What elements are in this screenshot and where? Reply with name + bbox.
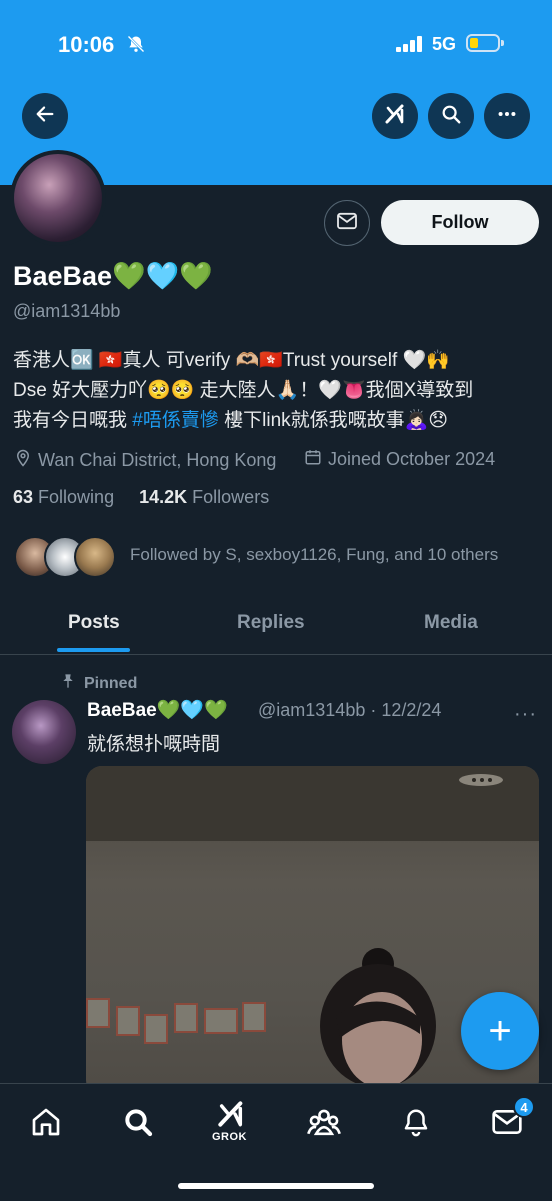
post-author-name[interactable]: BaeBae💚🩵💚 [87, 698, 228, 722]
search-icon [122, 1106, 154, 1143]
active-tab-indicator [57, 648, 130, 652]
followers-link[interactable]: 14.2K Followers [139, 487, 269, 507]
follow-stats: 63 Following 14.2K Followers [13, 487, 269, 508]
image-photo [242, 1002, 266, 1032]
nav-grok[interactable] [211, 1096, 251, 1136]
cellular-signal-icon [396, 36, 424, 57]
image-person [320, 948, 436, 1088]
mail-icon [336, 212, 358, 235]
follow-button[interactable]: Follow [381, 200, 539, 245]
bio-line: Dse 好大壓力吖🥺🥺 走大陸人🙏🏻！🤍👅我個X導致到 [13, 380, 474, 401]
home-icon [30, 1106, 62, 1143]
post-text: 就係想扑嘅時間 [87, 734, 221, 755]
grok-label: GROK [212, 1131, 247, 1143]
image-photo [86, 998, 110, 1028]
image-photo [116, 1006, 140, 1036]
followers-count: 14.2K [139, 487, 188, 507]
search-button[interactable] [428, 93, 474, 139]
battery-level [470, 38, 478, 48]
location-pin-icon [14, 448, 32, 473]
follower-avatar[interactable] [74, 536, 116, 578]
bell-slash-icon [126, 34, 146, 59]
image-photo [144, 1014, 168, 1044]
battery-icon [466, 34, 500, 52]
arrow-left-icon [34, 103, 56, 130]
profile-name: BaeBae💚🩵💚 [13, 261, 213, 291]
profile-joined: Joined October 2024 [304, 448, 495, 471]
image-ceiling-light [459, 774, 503, 786]
home-indicator [178, 1183, 374, 1189]
status-time: 10:06 [58, 32, 115, 57]
image-photo [204, 1008, 238, 1034]
followed-by-text[interactable]: Followed by S, sexboy1126, Fung, and 10 … [130, 545, 498, 565]
following-link[interactable]: 63 Following [13, 487, 114, 507]
network-type: 5G [432, 34, 457, 54]
pinned-indicator: Pinned [60, 672, 137, 695]
tab-media[interactable]: Media [424, 612, 478, 634]
battery-tip [501, 40, 504, 46]
bio-text: 我有今日嘅我 [13, 410, 133, 431]
compose-button[interactable]: + [461, 992, 539, 1070]
nav-search[interactable] [118, 1104, 158, 1144]
messages-badge: 4 [513, 1096, 535, 1118]
divider [0, 654, 552, 655]
following-count: 63 [13, 487, 34, 507]
image-photo [174, 1003, 198, 1033]
status-bar: 10:06 5G [0, 0, 552, 90]
profile-handle: @iam1314bb [13, 301, 121, 321]
message-button[interactable] [324, 200, 370, 246]
profile-location: Wan Chai District, Hong Kong [14, 448, 276, 473]
followers-label: Followers [192, 487, 270, 507]
notifications-icon [401, 1106, 431, 1143]
bio-hashtag-link[interactable]: #唔係賣慘 [132, 410, 219, 431]
post-author-avatar[interactable] [12, 700, 76, 764]
bio-text: 樓下link就係我嘅故事🙇🏻‍♀️😞 [218, 410, 449, 431]
pin-icon [60, 672, 76, 695]
profile-bio: 香港人🆗 🇭🇰真人 可verify 🫶🏼🇭🇰Trust yourself 🤍🙌 … [13, 346, 543, 436]
post-more-button[interactable]: ··· [514, 703, 537, 726]
grok-icon [383, 102, 407, 131]
back-button[interactable] [22, 93, 68, 139]
profile-avatar[interactable] [10, 150, 106, 246]
plus-icon: + [488, 1008, 512, 1053]
grok-icon [215, 1098, 247, 1135]
tab-replies[interactable]: Replies [237, 612, 305, 634]
nav-communities[interactable] [304, 1104, 344, 1144]
tab-posts[interactable]: Posts [68, 612, 120, 634]
search-icon [440, 103, 462, 130]
location-text: Wan Chai District, Hong Kong [38, 450, 277, 470]
more-button[interactable] [484, 93, 530, 139]
nav-home[interactable] [26, 1104, 66, 1144]
grok-button[interactable] [372, 93, 418, 139]
more-horizontal-icon [496, 103, 518, 130]
following-label: Following [38, 487, 115, 507]
joined-text: Joined October 2024 [328, 449, 496, 469]
calendar-icon [304, 448, 322, 471]
post-author-handle: @iam1314bb · 12/2/24 [258, 700, 442, 720]
pinned-label: Pinned [84, 674, 138, 692]
bio-line: 我有今日嘅我 #唔係賣慘 樓下link就係我嘅故事🙇🏻‍♀️😞 [13, 406, 543, 436]
communities-icon [307, 1106, 341, 1143]
nav-notifications[interactable] [396, 1104, 436, 1144]
bio-line: 香港人🆗 🇭🇰真人 可verify 🫶🏼🇭🇰Trust yourself 🤍🙌 [13, 350, 450, 371]
